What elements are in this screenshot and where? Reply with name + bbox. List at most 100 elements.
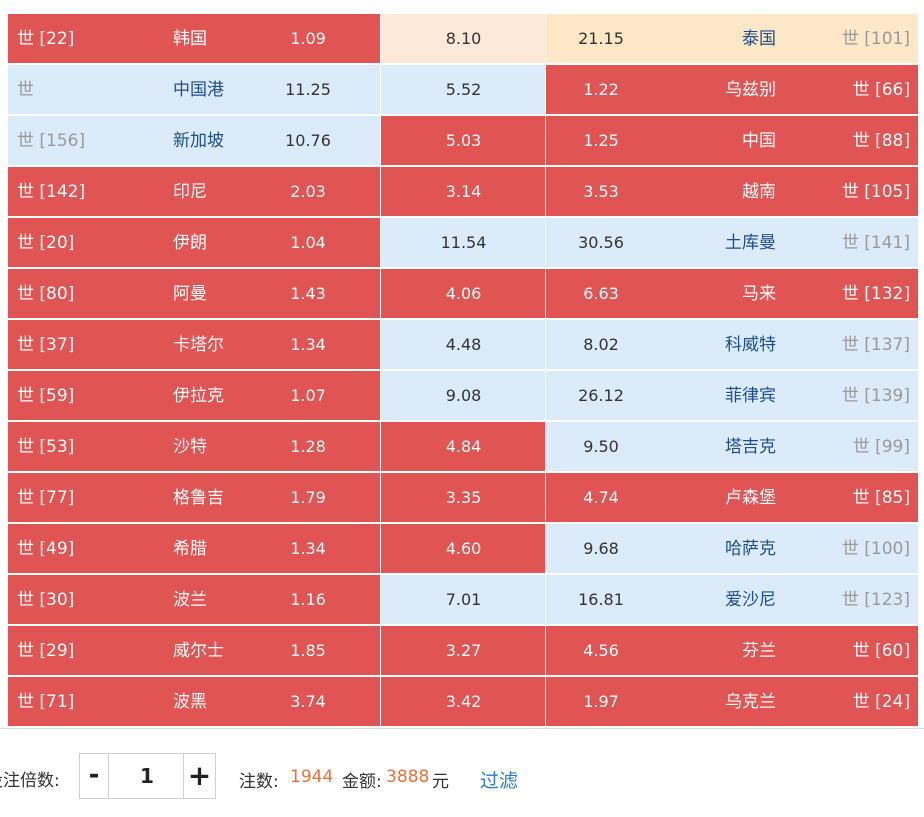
- home-rank: 世 [29]: [17, 641, 75, 661]
- draw-cell[interactable]: 11.54: [381, 218, 546, 268]
- draw-cell[interactable]: 3.42: [381, 677, 546, 727]
- home-win-cell[interactable]: 世 [142] 印尼 2.03: [8, 167, 381, 217]
- home-win-cell[interactable]: 世 中国港 11.25: [8, 65, 381, 115]
- home-rank: 世: [17, 80, 34, 100]
- away-win-cell[interactable]: 9.50 塔吉克 世 [99]: [546, 422, 919, 472]
- draw-cell[interactable]: 9.08: [381, 371, 546, 421]
- draw-odds: 3.42: [445, 692, 482, 711]
- amount-value: 3888: [386, 767, 430, 787]
- away-win-cell[interactable]: 1.22 乌兹别 世 [66]: [546, 65, 919, 115]
- home-team-name: 阿曼: [173, 284, 207, 304]
- home-team-name: 希腊: [173, 539, 207, 559]
- match-row: 世 [142] 印尼 2.03 3.14 3.53 越南 世 [105]: [8, 167, 919, 218]
- away-team-name: 科威特: [725, 335, 776, 355]
- away-odds: 16.81: [578, 590, 624, 609]
- away-odds: 26.12: [578, 386, 624, 405]
- bet-footer: 投注倍数: - + 注数: 1944 金额: 3888 元 过滤: [0, 728, 924, 817]
- away-win-cell[interactable]: 26.12 菲律宾 世 [139]: [546, 371, 919, 421]
- away-rank: 世 [139]: [841, 386, 910, 406]
- increase-button[interactable]: +: [183, 754, 215, 798]
- draw-odds: 4.48: [445, 335, 482, 354]
- away-team-name: 土库曼: [725, 233, 776, 253]
- home-odds: 1.43: [290, 284, 326, 303]
- away-win-cell[interactable]: 30.56 土库曼 世 [141]: [546, 218, 919, 268]
- home-win-cell[interactable]: 世 [22] 韩国 1.09: [8, 14, 381, 64]
- draw-odds: 3.35: [445, 488, 482, 507]
- draw-cell[interactable]: 8.10: [381, 14, 546, 64]
- home-odds: 1.04: [290, 233, 326, 252]
- home-win-cell[interactable]: 世 [59] 伊拉克 1.07: [8, 371, 381, 421]
- away-odds: 21.15: [578, 29, 624, 48]
- draw-cell[interactable]: 3.14: [381, 167, 546, 217]
- multiplier-label: 投注倍数:: [0, 771, 60, 791]
- away-team-name: 泰国: [742, 29, 776, 49]
- away-odds: 1.97: [583, 692, 619, 711]
- draw-cell[interactable]: 3.27: [381, 626, 546, 676]
- away-odds: 4.74: [583, 488, 619, 507]
- amount-label: 金额:: [342, 772, 382, 792]
- away-win-cell[interactable]: 9.68 哈萨克 世 [100]: [546, 524, 919, 574]
- draw-cell[interactable]: 4.48: [381, 320, 546, 370]
- home-win-cell[interactable]: 世 [30] 波兰 1.16: [8, 575, 381, 625]
- home-win-cell[interactable]: 世 [29] 威尔士 1.85: [8, 626, 381, 676]
- away-win-cell[interactable]: 8.02 科威特 世 [137]: [546, 320, 919, 370]
- home-team-name: 沙特: [173, 437, 207, 457]
- multiplier-stepper: - +: [79, 753, 216, 799]
- home-team-name: 威尔士: [173, 641, 224, 661]
- away-team-name: 卢森堡: [725, 488, 776, 508]
- away-win-cell[interactable]: 4.56 芬兰 世 [60]: [546, 626, 919, 676]
- away-win-cell[interactable]: 1.25 中国 世 [88]: [546, 116, 919, 166]
- draw-cell[interactable]: 7.01: [381, 575, 546, 625]
- home-win-cell[interactable]: 世 [156] 新加坡 10.76: [8, 116, 381, 166]
- home-rank: 世 [71]: [17, 692, 75, 712]
- bets-label: 注数:: [239, 772, 279, 792]
- draw-odds: 4.60: [445, 539, 482, 558]
- home-rank: 世 [30]: [17, 590, 75, 610]
- home-odds: 1.34: [290, 335, 326, 354]
- draw-cell[interactable]: 5.03: [381, 116, 546, 166]
- filter-link[interactable]: 过滤: [480, 766, 518, 793]
- home-win-cell[interactable]: 世 [20] 伊朗 1.04: [8, 218, 381, 268]
- multiplier-input[interactable]: [109, 754, 185, 798]
- away-rank: 世 [123]: [841, 590, 910, 610]
- home-odds: 1.34: [290, 539, 326, 558]
- away-team-name: 哈萨克: [725, 539, 776, 559]
- match-row: 世 [77] 格鲁吉 1.79 3.35 4.74 卢森堡 世 [85]: [8, 473, 919, 524]
- draw-cell[interactable]: 4.06: [381, 269, 546, 319]
- home-odds: 1.85: [290, 641, 326, 660]
- match-row: 世 [37] 卡塔尔 1.34 4.48 8.02 科威特 世 [137]: [8, 320, 919, 371]
- away-win-cell[interactable]: 21.15 泰国 世 [101]: [546, 14, 919, 64]
- away-win-cell[interactable]: 16.81 爱沙尼 世 [123]: [546, 575, 919, 625]
- home-rank: 世 [49]: [17, 539, 75, 559]
- home-win-cell[interactable]: 世 [80] 阿曼 1.43: [8, 269, 381, 319]
- home-win-cell[interactable]: 世 [49] 希腊 1.34: [8, 524, 381, 574]
- draw-cell[interactable]: 4.60: [381, 524, 546, 574]
- home-team-name: 印尼: [173, 182, 207, 202]
- draw-cell[interactable]: 4.84: [381, 422, 546, 472]
- home-win-cell[interactable]: 世 [71] 波黑 3.74: [8, 677, 381, 727]
- away-rank: 世 [60]: [852, 641, 910, 661]
- away-team-name: 乌克兰: [725, 692, 776, 712]
- away-win-cell[interactable]: 1.97 乌克兰 世 [24]: [546, 677, 919, 727]
- decrease-button[interactable]: -: [80, 754, 109, 798]
- away-odds: 9.68: [583, 539, 619, 558]
- home-win-cell[interactable]: 世 [37] 卡塔尔 1.34: [8, 320, 381, 370]
- home-rank: 世 [22]: [17, 29, 75, 49]
- match-row: 世 中国港 11.25 5.52 1.22 乌兹别 世 [66]: [8, 65, 919, 116]
- draw-odds: 5.03: [445, 131, 482, 150]
- away-team-name: 中国: [742, 131, 776, 151]
- draw-cell[interactable]: 3.35: [381, 473, 546, 523]
- away-win-cell[interactable]: 4.74 卢森堡 世 [85]: [546, 473, 919, 523]
- bets-count: 1944: [290, 767, 334, 787]
- away-rank: 世 [101]: [841, 29, 910, 49]
- home-win-cell[interactable]: 世 [77] 格鲁吉 1.79: [8, 473, 381, 523]
- away-team-name: 爱沙尼: [725, 590, 776, 610]
- match-row: 世 [71] 波黑 3.74 3.42 1.97 乌克兰 世 [24]: [8, 677, 919, 728]
- match-row: 世 [20] 伊朗 1.04 11.54 30.56 土库曼 世 [141]: [8, 218, 919, 269]
- match-row: 世 [30] 波兰 1.16 7.01 16.81 爱沙尼 世 [123]: [8, 575, 919, 626]
- home-rank: 世 [59]: [17, 386, 75, 406]
- draw-cell[interactable]: 5.52: [381, 65, 546, 115]
- away-win-cell[interactable]: 6.63 马来 世 [132]: [546, 269, 919, 319]
- home-win-cell[interactable]: 世 [53] 沙特 1.28: [8, 422, 381, 472]
- away-win-cell[interactable]: 3.53 越南 世 [105]: [546, 167, 919, 217]
